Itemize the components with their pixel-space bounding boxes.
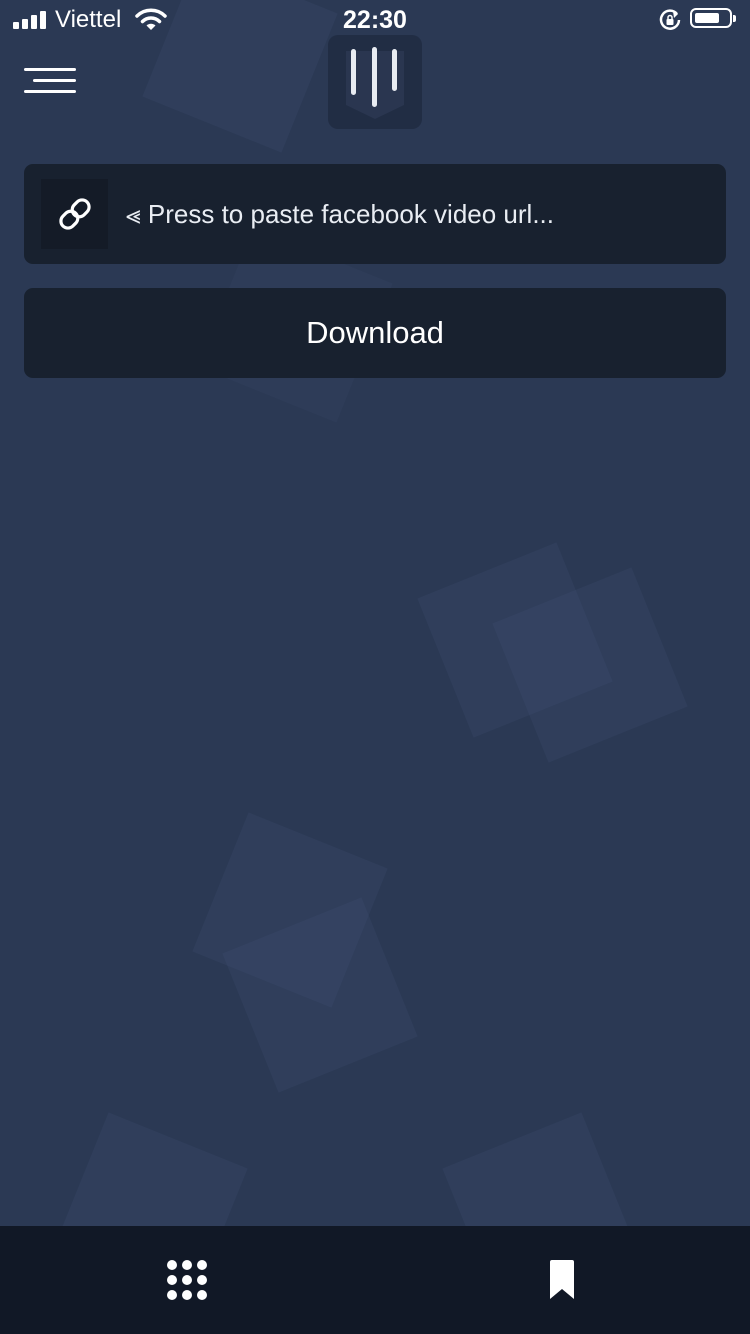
- hamburger-menu-icon[interactable]: [24, 64, 78, 98]
- bookmark-icon[interactable]: [549, 1260, 575, 1300]
- rotation-lock-icon: [659, 9, 681, 30]
- download-button[interactable]: Download: [24, 288, 726, 378]
- app-logo-icon: [328, 35, 422, 129]
- url-placeholder: ⪡ Press to paste facebook video url...: [126, 199, 554, 229]
- status-time: 22:30: [343, 6, 407, 34]
- link-icon-box: [41, 179, 108, 249]
- link-icon: [59, 198, 91, 230]
- paste-url-field[interactable]: ⪡ Press to paste facebook video url...: [24, 164, 726, 264]
- battery-icon: [690, 8, 736, 28]
- apps-grid-icon[interactable]: [167, 1260, 207, 1300]
- bottom-nav-bar: [0, 1226, 750, 1334]
- status-bar: Viettel 22:30: [0, 0, 750, 40]
